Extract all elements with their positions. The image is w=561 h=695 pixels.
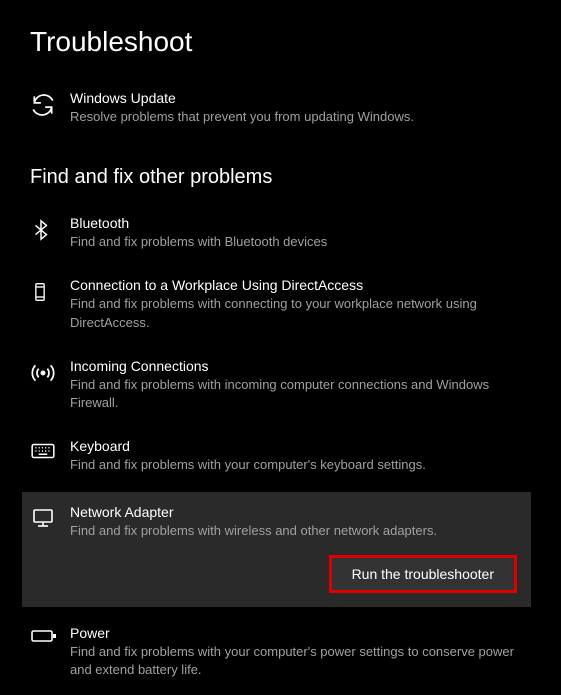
troubleshoot-item-keyboard[interactable]: Keyboard Find and fix problems with your… xyxy=(22,430,531,482)
item-desc: Find and fix problems with Bluetooth dev… xyxy=(70,233,523,251)
bluetooth-icon xyxy=(30,215,70,243)
troubleshoot-item-windows-update[interactable]: Windows Update Resolve problems that pre… xyxy=(22,82,531,134)
battery-icon xyxy=(30,625,70,645)
phone-icon xyxy=(30,277,70,305)
item-desc: Resolve problems that prevent you from u… xyxy=(70,108,523,126)
item-title: Network Adapter xyxy=(70,504,523,520)
item-title: Connection to a Workplace Using DirectAc… xyxy=(70,277,523,293)
run-troubleshooter-button[interactable]: Run the troubleshooter xyxy=(329,555,517,593)
page-title: Troubleshoot xyxy=(30,26,531,58)
item-title: Windows Update xyxy=(70,90,523,106)
item-title: Bluetooth xyxy=(70,215,523,231)
troubleshoot-item-directaccess[interactable]: Connection to a Workplace Using DirectAc… xyxy=(22,269,531,339)
sync-icon xyxy=(30,90,70,118)
keyboard-icon xyxy=(30,438,70,462)
troubleshoot-item-power[interactable]: Power Find and fix problems with your co… xyxy=(22,617,531,687)
item-desc: Find and fix problems with your computer… xyxy=(70,643,523,679)
monitor-icon xyxy=(30,504,70,530)
item-title: Keyboard xyxy=(70,438,523,454)
item-desc: Find and fix problems with incoming comp… xyxy=(70,376,523,412)
signal-icon xyxy=(30,358,70,386)
troubleshoot-item-incoming[interactable]: Incoming Connections Find and fix proble… xyxy=(22,350,531,420)
item-title: Power xyxy=(70,625,523,641)
item-title: Incoming Connections xyxy=(70,358,523,374)
section-title-other: Find and fix other problems xyxy=(30,166,531,189)
troubleshoot-item-network-adapter[interactable]: Network Adapter Find and fix problems wi… xyxy=(22,492,531,606)
item-desc: Find and fix problems with your computer… xyxy=(70,456,523,474)
item-desc: Find and fix problems with wireless and … xyxy=(70,522,523,540)
troubleshoot-item-bluetooth[interactable]: Bluetooth Find and fix problems with Blu… xyxy=(22,207,531,259)
item-desc: Find and fix problems with connecting to… xyxy=(70,295,523,331)
